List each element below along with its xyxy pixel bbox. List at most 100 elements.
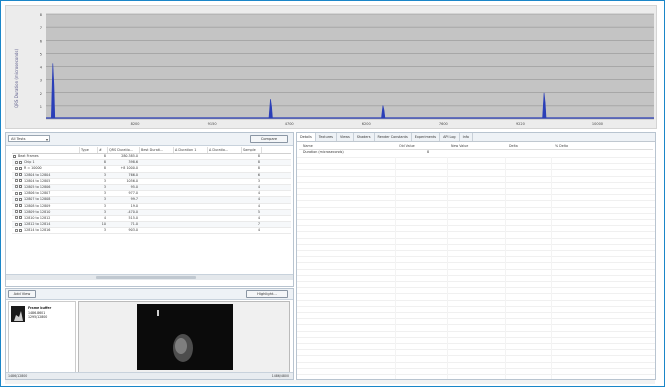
frame-row-cell	[208, 216, 242, 221]
grid-line	[297, 157, 655, 158]
expand-icon[interactable]	[15, 210, 18, 214]
expand-icon[interactable]	[15, 173, 18, 177]
frame-row-cell	[140, 228, 174, 233]
row-checkbox[interactable]	[19, 166, 22, 170]
grid-line	[297, 343, 655, 344]
frame-row-cell: 766.0	[128, 172, 138, 177]
chart-spike[interactable]	[542, 92, 547, 119]
tab-details[interactable]: Details	[297, 133, 316, 141]
row-checkbox[interactable]	[19, 204, 22, 207]
frame-table-column-header[interactable]: Type	[80, 147, 98, 153]
frame-row-cell: 3	[257, 178, 260, 183]
row-checkbox[interactable]	[13, 154, 16, 158]
chart-x-tick-label: 4700	[285, 122, 294, 126]
expand-icon[interactable]	[15, 166, 18, 170]
frame-row-label: 12804 to 12805	[12, 179, 80, 184]
frame-table-row[interactable]: 12814 to 12816 3 903.0 4	[12, 228, 291, 235]
row-checkbox[interactable]	[19, 222, 22, 226]
horizontal-scrollbar[interactable]	[6, 274, 293, 280]
test-filter-select[interactable]: All Tests ▾	[8, 135, 50, 142]
row-checkbox[interactable]	[19, 228, 22, 232]
frame-row-cell	[208, 228, 242, 233]
chart-spike[interactable]	[381, 105, 386, 119]
frame-row-cell	[174, 210, 208, 215]
frame-row-cell	[208, 210, 242, 215]
grid-line	[297, 374, 655, 375]
tab-views[interactable]: Views	[337, 133, 354, 141]
expand-icon[interactable]	[15, 197, 18, 201]
tab-render-constants[interactable]: Render Constants	[375, 133, 412, 141]
frame-row-cell	[208, 191, 242, 196]
frame-table-column-header[interactable]	[12, 147, 80, 153]
tab-shaders[interactable]: Shaders	[354, 133, 375, 141]
row-checkbox[interactable]	[19, 210, 22, 214]
frame-row-cell	[140, 222, 174, 227]
frame-row-cell: 95.0	[130, 184, 138, 189]
expand-icon[interactable]	[15, 222, 18, 226]
chart-y-tick-label: 2	[40, 92, 42, 96]
highlight-button[interactable]: Highlight...	[246, 290, 288, 298]
status-right: 1486/4800	[271, 374, 289, 378]
add-view-button[interactable]: Add View	[8, 290, 36, 298]
frame-row-cell: 99.7	[130, 197, 138, 202]
tab-api-log[interactable]: API Log	[440, 133, 460, 141]
frame-table-column-header[interactable]: #	[98, 147, 108, 153]
frame-table-column-header[interactable]: Δ Duration 1	[174, 147, 208, 153]
compare-button[interactable]: Compare	[250, 135, 288, 143]
row-checkbox[interactable]	[19, 185, 22, 189]
expand-icon[interactable]	[15, 228, 18, 232]
details-grid	[297, 157, 655, 379]
timeline-chart[interactable]: QRS Duration (microseconds) 8 7 6 5 4 3 2 1 8200…	[5, 5, 657, 129]
frame-row-cell	[80, 185, 98, 190]
grid-line	[297, 349, 655, 351]
chart-svg: 8 7 6 5 4 3 2 1 8200 9150 4700 6200 7600 9220 10000	[40, 13, 654, 126]
frame-table-column-header[interactable]: QRS Duratio...	[108, 147, 140, 153]
expand-icon[interactable]	[15, 204, 18, 207]
frame-row-cell	[140, 185, 174, 190]
expand-icon[interactable]	[15, 179, 18, 183]
status-strip	[5, 380, 655, 384]
frame-row-label: 12812 to 12814	[12, 222, 80, 227]
frame-row-text: 12806 to 12807	[24, 191, 51, 196]
thumbnail-image-icon	[11, 306, 25, 322]
expand-icon[interactable]	[15, 191, 18, 195]
frame-thumbnail[interactable]	[11, 306, 25, 322]
grid-line	[297, 163, 655, 165]
frame-preview[interactable]	[78, 301, 290, 373]
frame-row-cell	[140, 216, 174, 221]
grid-line	[297, 330, 655, 332]
frame-row-cell	[80, 173, 98, 178]
expand-icon[interactable]	[15, 216, 18, 220]
frame-row-cell	[174, 166, 208, 171]
tab-info[interactable]: Info	[460, 133, 473, 141]
row-checkbox[interactable]	[19, 173, 22, 177]
chart-spike[interactable]	[50, 63, 56, 119]
row-checkbox[interactable]	[19, 179, 22, 183]
frame-row-text: 12814 to 12816	[24, 228, 51, 233]
frame-table-column-header[interactable]: Δ Duratio...	[208, 147, 242, 153]
tab-experiments[interactable]: Experiments	[412, 133, 441, 141]
frame-table-column-header[interactable]: Sample	[242, 147, 262, 153]
expand-icon[interactable]	[15, 160, 18, 164]
frame-row-cell	[80, 191, 98, 196]
expand-icon[interactable]	[15, 185, 18, 189]
row-checkbox[interactable]	[19, 197, 22, 201]
grid-line	[297, 281, 655, 282]
preview-status-bar: 1486/12800 1486/4800	[6, 372, 293, 379]
scrollbar-thumb[interactable]	[96, 276, 196, 279]
frame-table-column-header[interactable]: Best Durati...	[140, 147, 174, 153]
row-checkbox[interactable]	[19, 160, 22, 164]
row-checkbox[interactable]	[19, 191, 22, 195]
frame-row-text: Chip 1	[24, 160, 35, 165]
view-list[interactable]: Frame buffer 1486.8601 1295/12800	[8, 301, 76, 373]
frame-row-cell	[80, 154, 98, 159]
chart-y-tick-label: 5	[40, 52, 42, 56]
frame-row-cell: 4	[103, 215, 106, 220]
frame-row-text: 12810 to 12812	[24, 215, 51, 220]
row-checkbox[interactable]	[19, 216, 22, 220]
details-row[interactable]: Duration (microseconds) 8	[299, 149, 653, 155]
chart-spike[interactable]	[268, 99, 273, 119]
tab-textures[interactable]: Textures	[316, 133, 337, 141]
grid-line	[297, 169, 655, 171]
grid-column-line	[551, 157, 552, 379]
